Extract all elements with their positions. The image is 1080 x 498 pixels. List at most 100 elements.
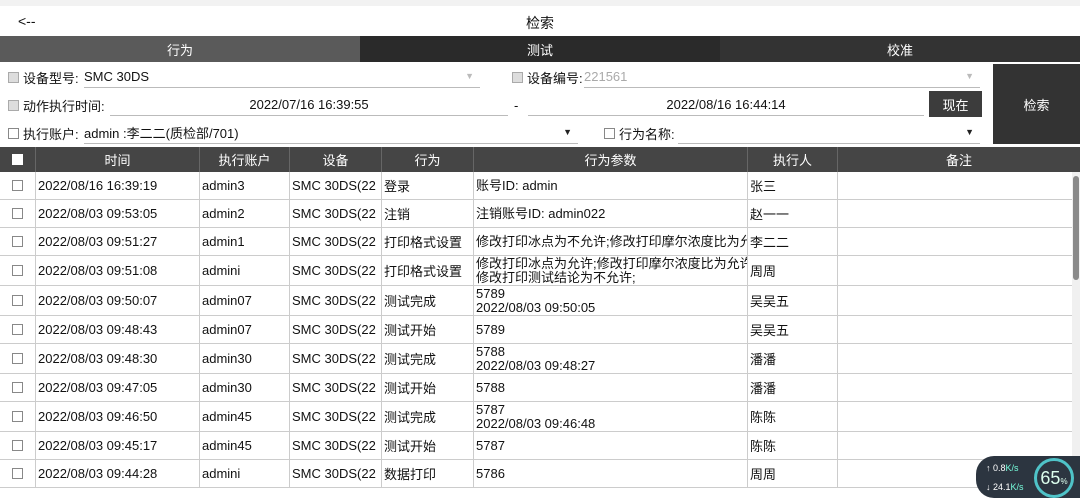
table-row[interactable]: 2022/08/03 09:53:05 admin2 SMC 30DS(22 注销 注销… [0, 200, 1072, 228]
table-row[interactable]: 2022/08/03 09:51:08 admini SMC 30DS(22 打印格式… [0, 256, 1072, 286]
param-line: 5786 [476, 465, 505, 481]
table-row[interactable]: 2022/08/03 09:48:30 admin30 SMC 30DS(22 测试完… [0, 344, 1072, 374]
row-device: SMC 30DS(22 [290, 200, 382, 227]
table-row[interactable]: 2022/08/03 09:45:17 admin45 SMC 30DS(22 测试开… [0, 432, 1072, 460]
row-checkbox[interactable] [12, 208, 23, 219]
row-person: 陈陈 [748, 432, 838, 459]
header-note[interactable]: 备注 [838, 147, 1080, 172]
scrollbar-thumb[interactable] [1073, 176, 1079, 280]
chevron-down-icon: ▼ [965, 71, 974, 81]
header-device[interactable]: 设备 [290, 147, 382, 172]
row-checkbox[interactable] [12, 295, 23, 306]
vertical-scrollbar[interactable] [1072, 172, 1080, 498]
account-select[interactable]: admin :李二二(质检部/701) ▼ [84, 122, 578, 144]
time-label: 动作执行时间: [23, 98, 105, 114]
upload-value: 0.8 [993, 463, 1006, 473]
table-row[interactable]: 2022/08/03 09:44:28 admini SMC 30DS(22 数据打印… [0, 460, 1072, 488]
row-params: 5788 [474, 374, 748, 401]
network-speed-widget[interactable]: ↑ 0.8K/s ↓ 24.1K/s 65% [976, 456, 1080, 498]
row-checkbox[interactable] [12, 180, 23, 191]
row-action: 登录 [382, 172, 474, 199]
row-account: admin07 [200, 316, 290, 343]
param-line: 2022/08/03 09:46:48 [476, 415, 596, 431]
header-person[interactable]: 执行人 [748, 147, 838, 172]
time-end-input[interactable]: 2022/08/16 16:44:14 [528, 94, 924, 116]
account-checkbox[interactable] [8, 127, 19, 139]
table-row[interactable]: 2022/08/03 09:48:43 admin07 SMC 30DS(22 测试开… [0, 316, 1072, 344]
device-model-label: 设备型号: [23, 70, 79, 86]
table-row[interactable]: 2022/08/03 09:46:50 admin45 SMC 30DS(22 测试完… [0, 402, 1072, 432]
tab-calibration[interactable]: 校准 [720, 36, 1080, 62]
action-name-label: 行为名称: [619, 126, 675, 142]
device-number-select[interactable]: 221561 ▼ [584, 66, 980, 88]
upload-arrow-icon: ↑ [986, 463, 991, 473]
row-params: 修改打印冰点为不允许;修改打印摩尔浓度比为允 [474, 228, 748, 255]
device-model-checkbox[interactable] [8, 71, 19, 83]
row-time: 2022/08/03 09:51:08 [36, 256, 200, 285]
filter-device-model: 设备型号: [8, 64, 79, 90]
row-time: 2022/08/03 09:53:05 [36, 200, 200, 227]
device-number-checkbox[interactable] [512, 71, 523, 83]
row-checkbox-cell [0, 460, 36, 487]
page-title: 检索 [526, 15, 554, 31]
row-device: SMC 30DS(22 [290, 256, 382, 285]
param-line: 5787 [476, 402, 505, 417]
row-device: SMC 30DS(22 [290, 286, 382, 315]
row-checkbox[interactable] [12, 468, 23, 479]
now-button[interactable]: 现在 [929, 91, 982, 117]
search-button[interactable]: 检索 [993, 64, 1080, 144]
row-checkbox-cell [0, 344, 36, 373]
row-action: 注销 [382, 200, 474, 227]
row-checkbox[interactable] [12, 382, 23, 393]
table-row[interactable]: 2022/08/16 16:39:19 admin3 SMC 30DS(22 登录 账号… [0, 172, 1072, 200]
row-time: 2022/08/03 09:44:28 [36, 460, 200, 487]
tab-behavior[interactable]: 行为 [0, 36, 360, 62]
row-account: admin30 [200, 374, 290, 401]
time-checkbox[interactable] [8, 99, 19, 111]
account-label: 执行账户: [23, 126, 79, 142]
row-action: 测试完成 [382, 286, 474, 315]
row-checkbox-cell [0, 432, 36, 459]
row-params: 5787 [474, 432, 748, 459]
device-model-select[interactable]: SMC 30DS ▼ [84, 66, 480, 88]
upload-speed: ↑ 0.8K/s [986, 463, 1019, 473]
table-row[interactable]: 2022/08/03 09:50:07 admin07 SMC 30DS(22 测试完… [0, 286, 1072, 316]
row-time: 2022/08/03 09:51:27 [36, 228, 200, 255]
account-value: admin :李二二(质检部/701) [84, 126, 239, 141]
row-checkbox[interactable] [12, 324, 23, 335]
param-line: 注销账号ID: admin022 [476, 205, 606, 221]
row-note [838, 200, 1072, 227]
row-checkbox-cell [0, 200, 36, 227]
gauge-unit: % [1060, 476, 1068, 486]
row-action: 测试开始 [382, 316, 474, 343]
row-person: 周周 [748, 460, 838, 487]
header-account[interactable]: 执行账户 [200, 147, 290, 172]
filter-panel: 设备型号: SMC 30DS ▼ 设备编号: 221561 ▼ 动作执行时间: … [0, 62, 1080, 146]
table-row[interactable]: 2022/08/03 09:47:05 admin30 SMC 30DS(22 测试开… [0, 374, 1072, 402]
row-checkbox[interactable] [12, 353, 23, 364]
header-params[interactable]: 行为参数 [474, 147, 748, 172]
time-start-value: 2022/07/16 16:39:55 [249, 97, 369, 112]
time-start-input[interactable]: 2022/07/16 16:39:55 [110, 94, 508, 116]
row-params: 5788 2022/08/03 09:48:27 [474, 344, 748, 373]
row-person: 潘潘 [748, 344, 838, 373]
top-bar: <-- 检索 [0, 0, 1080, 36]
row-checkbox[interactable] [12, 411, 23, 422]
select-all-cell [0, 147, 36, 172]
row-note [838, 316, 1072, 343]
header-action[interactable]: 行为 [382, 147, 474, 172]
table-row[interactable]: 2022/08/03 09:51:27 admin1 SMC 30DS(22 打印格式… [0, 228, 1072, 256]
row-checkbox[interactable] [12, 236, 23, 247]
action-name-select[interactable]: ▼ [678, 122, 980, 144]
row-time: 2022/08/03 09:48:30 [36, 344, 200, 373]
row-checkbox-cell [0, 316, 36, 343]
row-checkbox[interactable] [12, 440, 23, 451]
action-name-checkbox[interactable] [604, 127, 615, 139]
row-checkbox[interactable] [12, 265, 23, 276]
row-person: 陈陈 [748, 402, 838, 431]
tab-test[interactable]: 测试 [360, 36, 720, 62]
select-all-checkbox[interactable] [12, 154, 23, 165]
row-device: SMC 30DS(22 [290, 228, 382, 255]
param-line: 5789 [476, 321, 505, 337]
header-time[interactable]: 时间 [36, 147, 200, 172]
